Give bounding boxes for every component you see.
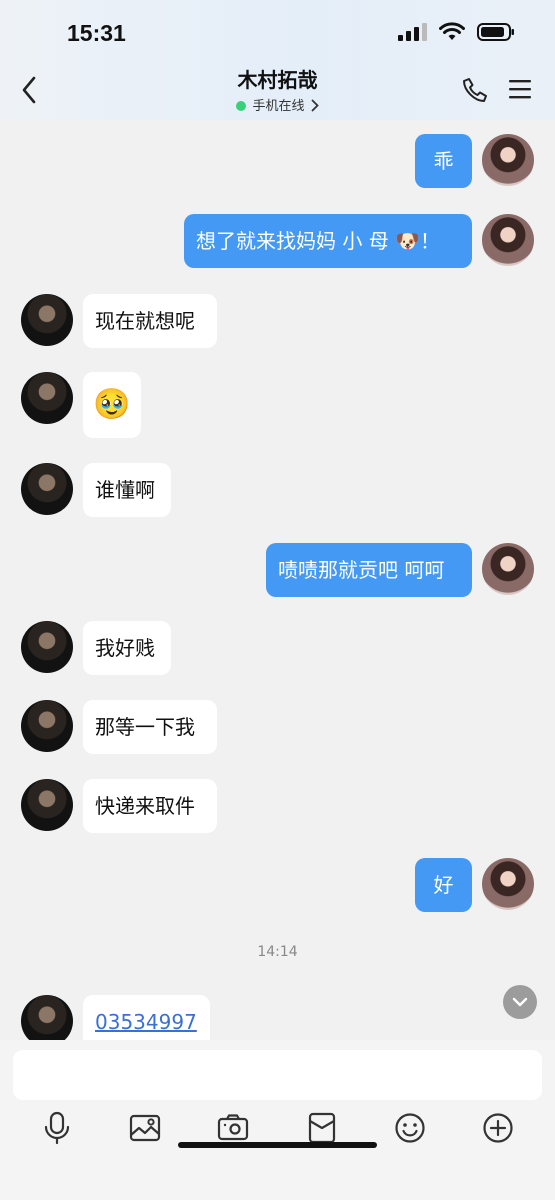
red-packet-icon [308, 1112, 336, 1144]
status-bar: 15:31 [0, 0, 555, 62]
status-time: 15:31 [67, 20, 126, 46]
my-avatar[interactable] [482, 134, 534, 186]
message-bubble-received[interactable]: 那等一下我 [83, 700, 217, 754]
message-bubble-received[interactable]: 快递来取件 [83, 779, 217, 833]
message-bubble-received[interactable]: 03534997 [83, 995, 210, 1040]
chat-header: 木村拓哉 手机在线 [0, 62, 555, 120]
my-avatar[interactable] [482, 543, 534, 595]
wifi-icon [439, 22, 465, 40]
message-bubble-received[interactable]: 谁懂啊 [83, 463, 171, 517]
message-input[interactable] [13, 1050, 542, 1100]
contact-avatar[interactable] [21, 995, 73, 1040]
contact-avatar[interactable] [21, 372, 73, 424]
my-avatar[interactable] [482, 214, 534, 266]
status-icons [397, 22, 515, 42]
online-dot-icon [236, 101, 247, 111]
signal-icon [398, 23, 427, 41]
message-bubble-sent[interactable]: 想了就来找妈妈 小 母 🐶！ [184, 214, 472, 268]
contact-avatar[interactable] [21, 463, 73, 515]
voice-button[interactable] [37, 1108, 77, 1148]
online-status-label: 手机在线 [252, 99, 305, 114]
message-list[interactable]: 乖 想了就来找妈妈 小 母 🐶！ 现在就想呢 🥹 谁懂啊 啧啧那就贡吧 呵呵 我… [0, 120, 555, 1040]
emoji-button[interactable] [390, 1108, 430, 1148]
message-bubble-sent[interactable]: 啧啧那就贡吧 呵呵 [266, 543, 472, 597]
chevron-right-icon [311, 99, 319, 112]
message-bubble-sent[interactable]: 乖 [415, 134, 472, 188]
contact-avatar[interactable] [21, 779, 73, 831]
phone-number-link[interactable]: 03534997 [95, 1010, 197, 1034]
phone-call-icon[interactable] [461, 76, 489, 104]
plus-icon [483, 1113, 513, 1143]
message-bubble-received[interactable]: 我好贱 [83, 621, 171, 675]
chevron-down-icon [512, 997, 528, 1007]
contact-avatar[interactable] [21, 621, 73, 673]
scroll-to-bottom-button[interactable] [503, 985, 537, 1019]
message-bubble-received[interactable]: 现在就想呢 [83, 294, 217, 348]
composer [0, 1040, 555, 1200]
home-indicator[interactable] [178, 1142, 377, 1148]
emoji-icon [395, 1113, 425, 1143]
timestamp: 14:14 [257, 944, 298, 960]
more-button[interactable] [478, 1108, 518, 1148]
battery-icon [477, 23, 514, 41]
gallery-button[interactable] [125, 1108, 165, 1148]
message-bubble-received[interactable]: 🥹 [83, 372, 141, 438]
mic-icon [44, 1111, 70, 1145]
contact-avatar[interactable] [21, 294, 73, 346]
message-bubble-sent[interactable]: 好 [415, 858, 472, 912]
camera-icon [217, 1114, 249, 1141]
menu-icon[interactable] [509, 78, 531, 100]
image-icon [129, 1114, 161, 1142]
contact-avatar[interactable] [21, 700, 73, 752]
my-avatar[interactable] [482, 858, 534, 910]
